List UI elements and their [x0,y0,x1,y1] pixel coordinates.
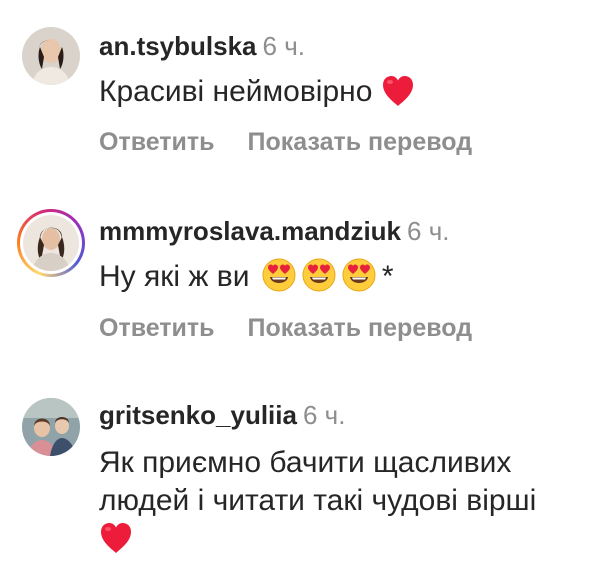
avatar [23,215,79,271]
show-translation-button[interactable]: Показать перевод [248,128,473,157]
comment-text: Як приємно бачити щасливих людей і читат… [99,444,594,564]
comment-text: Красиві неймовірно [99,73,594,117]
timestamp: 6 ч. [262,31,305,61]
username[interactable]: an.tsybulska [99,31,257,61]
comment-text-suffix: * [381,260,394,293]
red-heart-icon [99,522,133,564]
red-heart-icon [381,75,415,117]
avatar[interactable] [22,398,80,456]
username[interactable]: mmmyroslava.mandziuk [99,216,401,246]
show-translation-button[interactable]: Показать перевод [248,314,473,343]
comment-text: Ну які ж ви * [99,258,594,302]
timestamp: 6 ч. [407,216,450,246]
heart-eyes-emoji [262,258,296,302]
avatar[interactable] [22,27,80,85]
heart-eyes-emoji [342,258,376,302]
story-ring[interactable] [17,209,85,277]
username[interactable]: gritsenko_yuliia [99,400,297,430]
timestamp: 6 ч. [302,400,346,430]
reply-button[interactable]: Ответить [99,128,215,157]
reply-button[interactable]: Ответить [99,314,215,343]
heart-eyes-emoji [302,258,336,302]
